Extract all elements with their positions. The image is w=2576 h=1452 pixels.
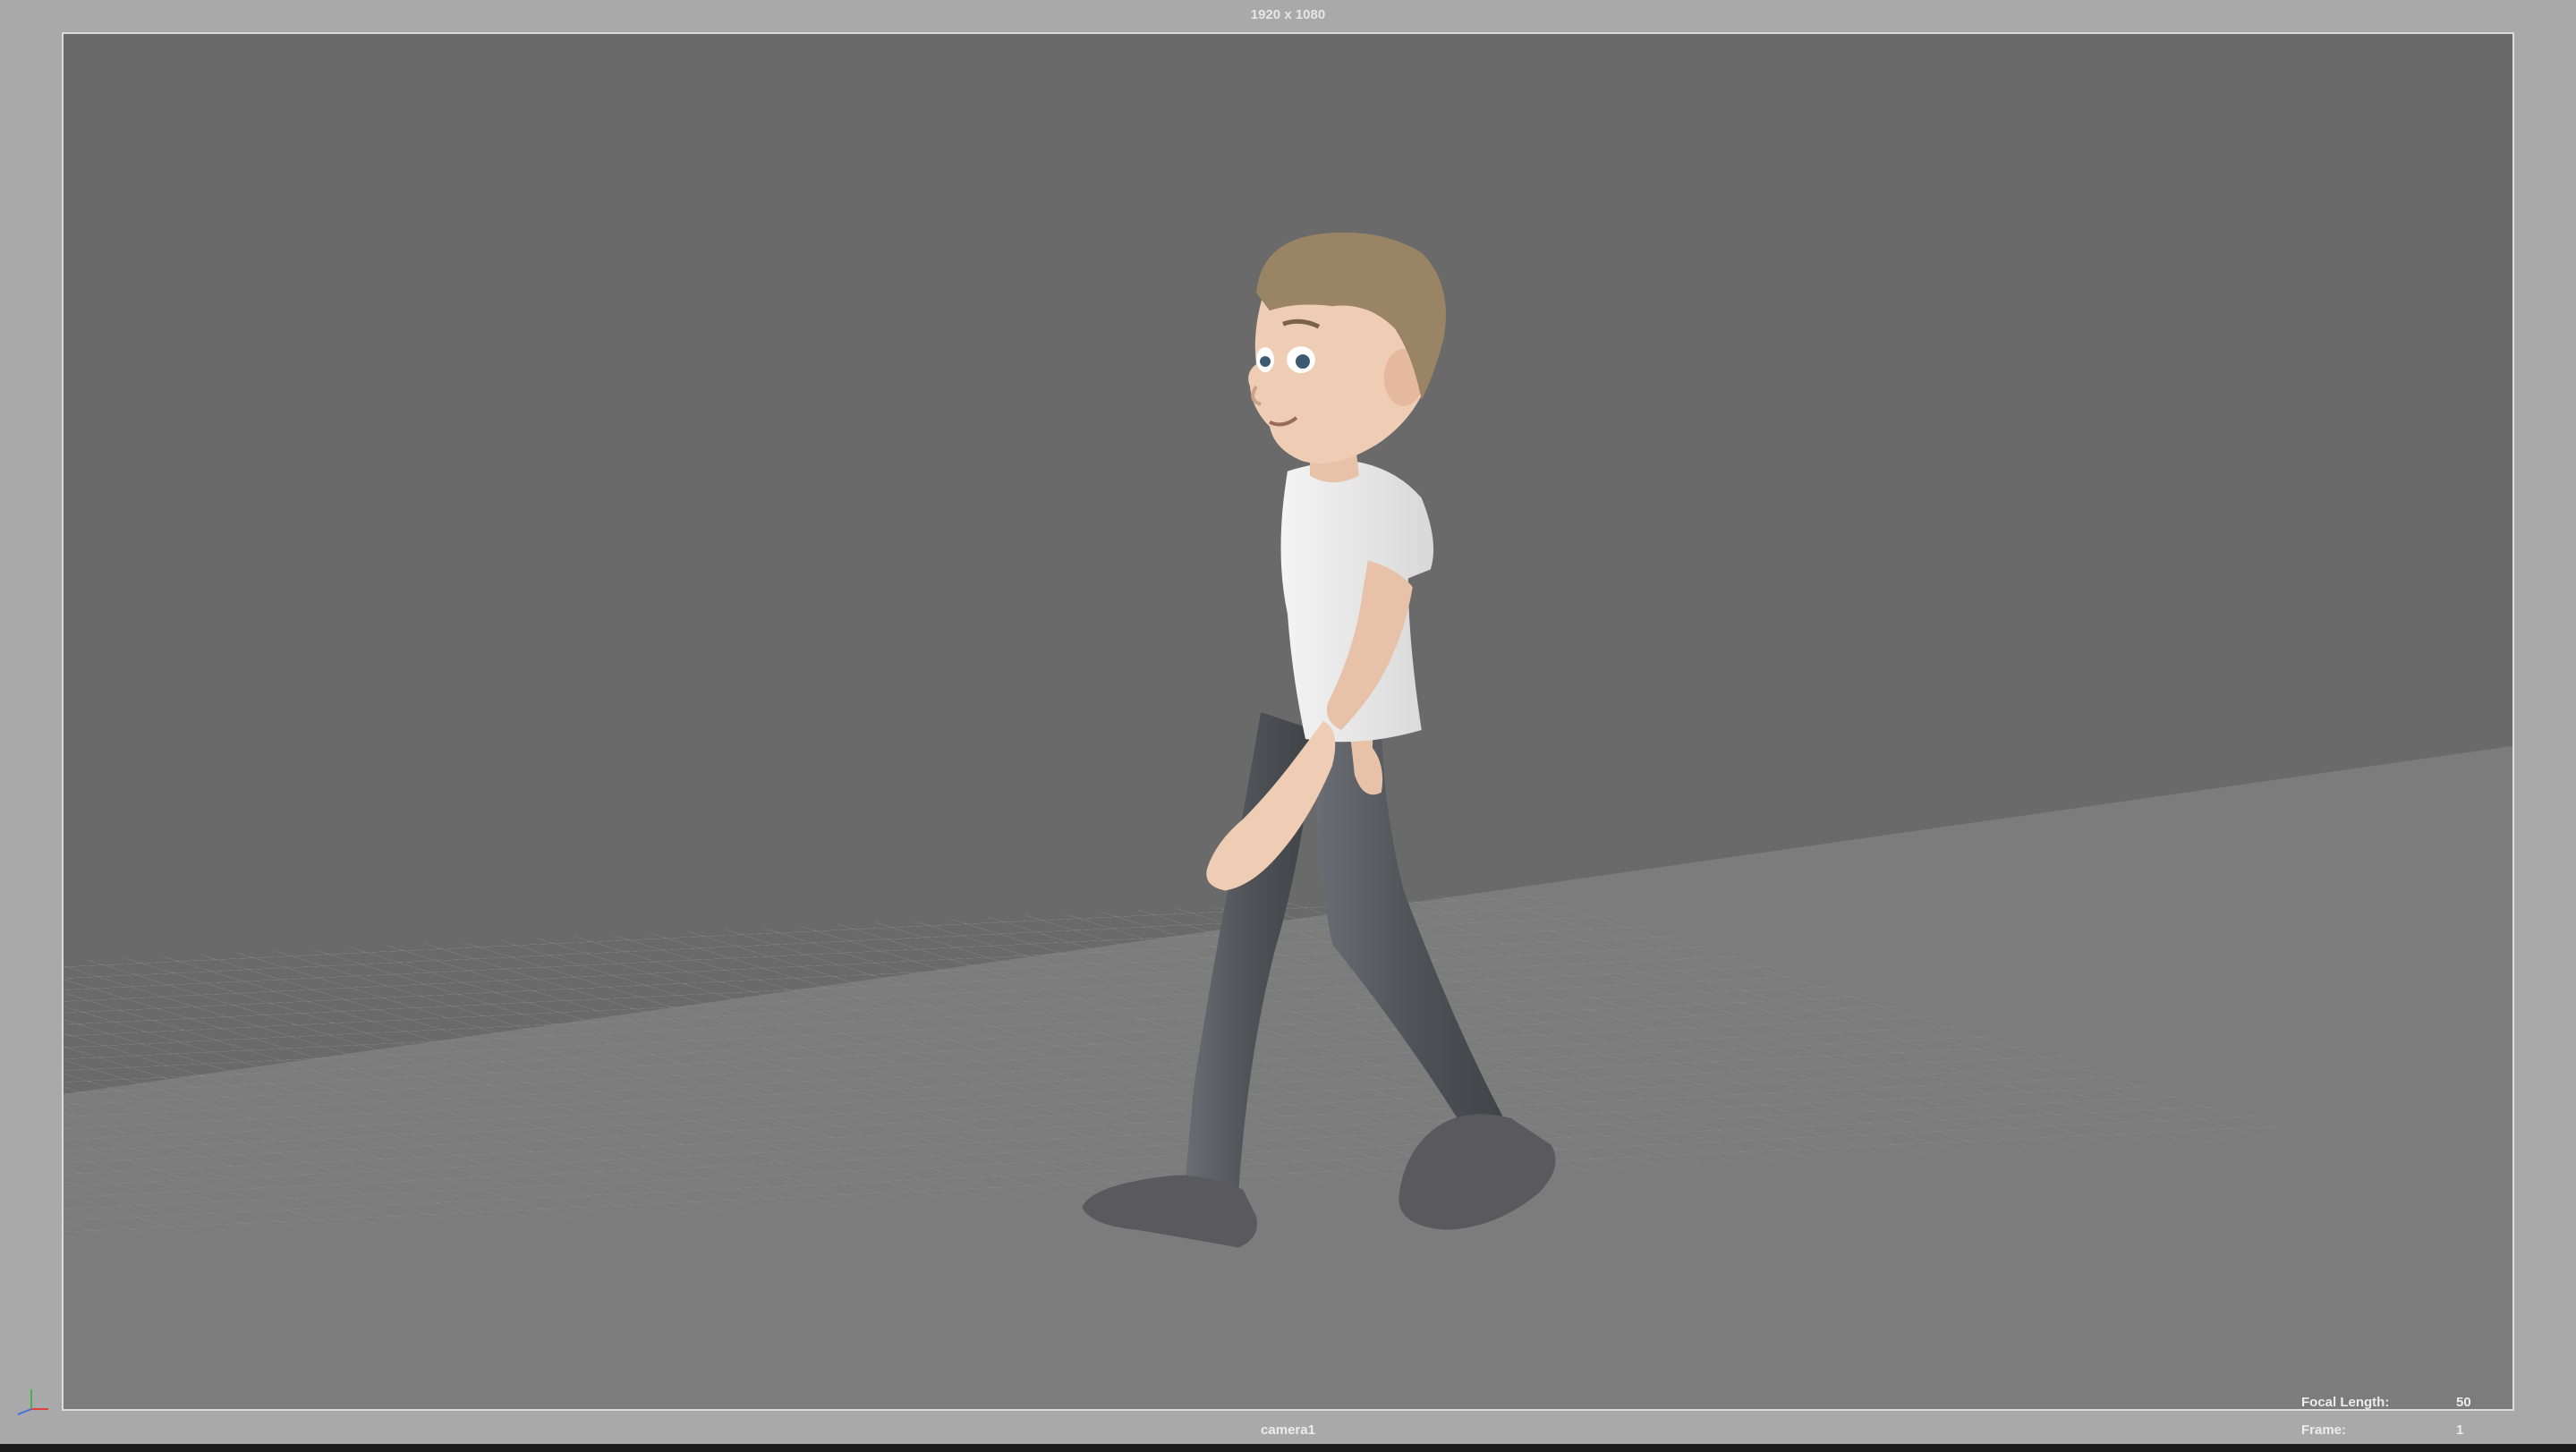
frame-label: Frame:: [2301, 1422, 2347, 1438]
focal-length-value: 50: [2456, 1395, 2471, 1410]
resolution-gate[interactable]: [62, 32, 2514, 1411]
resolution-gate-label: 1920 x 1080: [1250, 7, 1326, 22]
focal-length-label: Focal Length:: [2301, 1395, 2390, 1410]
scene-render: [64, 34, 2512, 1409]
viewport-bottom-edge: [0, 1444, 2576, 1452]
frame-value: 1: [2456, 1422, 2464, 1438]
maya-viewport[interactable]: 1920 x 1080 Focal Length: 50 camera1 Fra…: [0, 0, 2576, 1452]
camera-name: camera1: [1261, 1422, 1315, 1438]
xyz-axis-icon: [17, 1389, 48, 1415]
